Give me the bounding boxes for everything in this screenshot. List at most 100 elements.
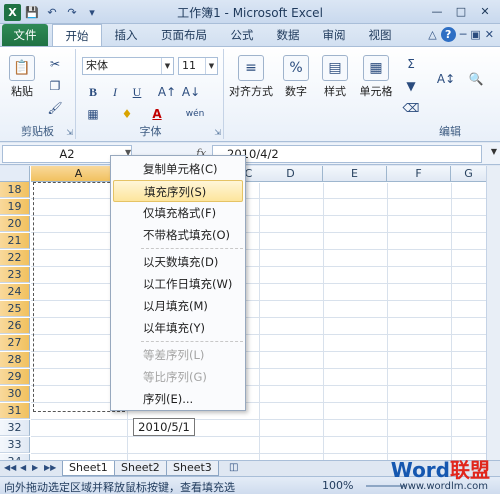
column-header-e[interactable]: E	[323, 166, 387, 182]
menu-item-series[interactable]: 序列(E)...	[113, 388, 243, 410]
menu-item-fill-formatting-only[interactable]: 仅填充格式(F)	[113, 202, 243, 224]
tab-insert[interactable]: 插入	[106, 24, 146, 46]
cut-icon[interactable]: ✂	[46, 55, 64, 73]
font-group-label: 字体	[139, 125, 162, 138]
doc-restore-icon[interactable]: ▣	[470, 28, 480, 41]
font-name-combo[interactable]: 宋体 ▼	[82, 57, 174, 75]
fill-color-icon[interactable]: ♦	[118, 105, 136, 123]
row-header[interactable]: 24	[0, 284, 30, 300]
menu-item-fill-months[interactable]: 以月填充(M)	[113, 295, 243, 317]
worksheet-grid[interactable]: A B C D E F G 18 19 20 21 22 23 24 25 26…	[0, 166, 500, 460]
fill-icon[interactable]: ▼	[402, 77, 420, 95]
row-header[interactable]: 20	[0, 216, 30, 232]
row-header[interactable]: 28	[0, 352, 30, 368]
tab-home[interactable]: 开始	[52, 24, 102, 46]
row-header[interactable]: 19	[0, 199, 30, 215]
tab-review[interactable]: 审阅	[314, 24, 354, 46]
vertical-scrollbar[interactable]	[486, 166, 500, 460]
find-select-icon[interactable]: 🔍	[464, 67, 488, 91]
watermark-url: www.wordlm.com	[399, 481, 488, 492]
cells-icon: ▦	[363, 55, 389, 81]
paste-button[interactable]: 📋 粘贴	[6, 55, 38, 99]
chevron-down-icon[interactable]: ▼	[161, 58, 173, 74]
next-sheet-icon[interactable]: ▶	[32, 463, 38, 472]
menu-item-fill-without-formatting[interactable]: 不带格式填充(O)	[113, 224, 243, 246]
styles-button[interactable]: ▤ 样式	[318, 55, 352, 99]
last-sheet-icon[interactable]: ▶▶	[44, 463, 56, 472]
font-name-value: 宋体	[86, 59, 108, 72]
row-header[interactable]: 30	[0, 386, 30, 402]
prev-sheet-icon[interactable]: ◀	[20, 463, 26, 472]
row-header[interactable]: 23	[0, 267, 30, 283]
menu-item-copy-cells[interactable]: 复制单元格(C)	[113, 158, 243, 180]
formula-bar: A2 fx 2010/4/2 ▼	[0, 143, 500, 165]
copy-icon[interactable]: ❐	[46, 77, 64, 95]
align-icon: ≡	[238, 55, 264, 81]
expand-formula-bar-icon[interactable]: ▼	[491, 147, 497, 156]
paste-label: 粘贴	[11, 85, 33, 98]
row-header[interactable]: 32	[0, 420, 30, 436]
row-header[interactable]: 33	[0, 437, 30, 453]
column-header-d[interactable]: D	[259, 166, 323, 182]
alignment-button[interactable]: ≡ 对齐方式	[228, 55, 274, 99]
number-button[interactable]: % 数字	[280, 55, 312, 99]
doc-minimize-icon[interactable]: ─	[460, 28, 467, 41]
clear-icon[interactable]: ⌫	[402, 99, 420, 117]
row-header[interactable]: 27	[0, 335, 30, 351]
row-header[interactable]: 29	[0, 369, 30, 385]
column-header-g[interactable]: G	[451, 166, 487, 182]
menu-separator	[141, 248, 243, 249]
first-sheet-icon[interactable]: ◀◀	[4, 463, 16, 472]
sheet-tab-sheet2[interactable]: Sheet2	[114, 461, 167, 476]
tab-file[interactable]: 文件	[2, 24, 48, 46]
column-header-f[interactable]: F	[387, 166, 451, 182]
underline-icon[interactable]: U	[128, 83, 146, 101]
border-icon[interactable]: ▦	[84, 105, 102, 123]
minimize-icon[interactable]: —	[426, 2, 448, 20]
tab-data[interactable]: 数据	[268, 24, 308, 46]
status-message: 向外拖动选定区域并释放鼠标按键，查看填充选	[4, 481, 235, 494]
select-all-corner[interactable]	[0, 166, 30, 182]
font-color-icon[interactable]: A	[148, 105, 166, 123]
menu-item-fill-series[interactable]: 填充序列(S)	[113, 180, 243, 202]
collapse-ribbon-icon[interactable]: △	[428, 28, 436, 41]
editing-group-label: 编辑	[439, 125, 461, 138]
maximize-icon[interactable]: □	[450, 2, 472, 20]
chevron-down-icon[interactable]: ▼	[205, 58, 217, 74]
tab-formulas[interactable]: 公式	[222, 24, 262, 46]
phonetic-icon[interactable]: wén	[186, 105, 205, 123]
close-icon[interactable]: ✕	[474, 2, 496, 20]
row-header[interactable]: 21	[0, 233, 30, 249]
row-header[interactable]: 18	[0, 182, 30, 198]
row-header[interactable]: 26	[0, 318, 30, 334]
font-dialog-launcher-icon[interactable]: ⇲	[214, 128, 221, 137]
formula-input[interactable]: 2010/4/2	[212, 145, 482, 163]
help-icon[interactable]: ?	[440, 27, 456, 42]
clipboard-dialog-launcher-icon[interactable]: ⇲	[66, 128, 73, 137]
styles-icon: ▤	[322, 55, 348, 81]
row-header[interactable]: 25	[0, 301, 30, 317]
tab-view[interactable]: 视图	[360, 24, 400, 46]
shrink-font-icon[interactable]: A↓	[182, 83, 200, 101]
sort-filter-icon[interactable]: A↕	[434, 67, 458, 91]
tab-page-layout[interactable]: 页面布局	[152, 24, 216, 46]
italic-icon[interactable]: I	[106, 83, 124, 101]
menu-item-fill-years[interactable]: 以年填充(Y)	[113, 317, 243, 339]
sheet-tab-sheet3[interactable]: Sheet3	[166, 461, 219, 476]
doc-close-icon[interactable]: ✕	[485, 28, 494, 41]
cells-button[interactable]: ▦ 单元格	[356, 55, 396, 99]
format-painter-icon[interactable]: 🖌	[46, 99, 64, 117]
sheet-tab-sheet1[interactable]: Sheet1	[62, 461, 115, 476]
menu-item-fill-weekdays[interactable]: 以工作日填充(W)	[113, 273, 243, 295]
row-header[interactable]: 22	[0, 250, 30, 266]
bold-icon[interactable]: B	[84, 83, 102, 101]
zoom-level[interactable]: 100%	[322, 479, 353, 492]
gridline	[259, 183, 260, 460]
row-header[interactable]: 31	[0, 403, 30, 419]
insert-sheet-icon[interactable]: ◫	[229, 462, 238, 473]
font-size-combo[interactable]: 11 ▼	[178, 57, 218, 75]
font-group: 宋体 ▼ 11 ▼ B I U A↑ A↓ ▦ ♦ A wén 字体 ⇲	[78, 49, 224, 139]
autosum-icon[interactable]: Σ	[402, 55, 420, 73]
grow-font-icon[interactable]: A↑	[158, 83, 176, 101]
menu-item-fill-days[interactable]: 以天数填充(D)	[113, 251, 243, 273]
